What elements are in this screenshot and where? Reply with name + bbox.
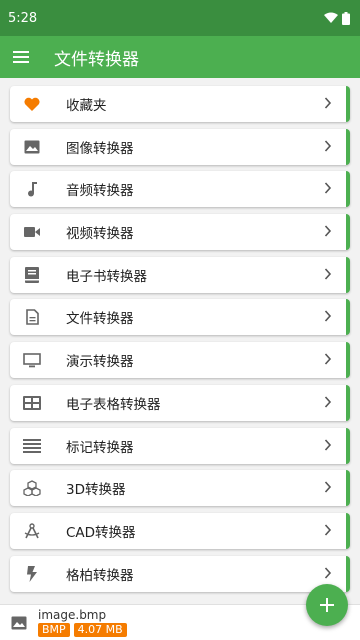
chevron-right-icon (324, 396, 332, 408)
file-name: image.bmp (38, 608, 107, 622)
music-note-icon (12, 181, 52, 197)
list-item-gerber-converter[interactable]: 格柏转换器 (10, 555, 350, 592)
chevron-right-icon (324, 524, 332, 536)
chevron-right-icon (324, 481, 332, 493)
menu-button[interactable] (0, 36, 42, 78)
list-item-3d-converter[interactable]: 3D转换器 (10, 470, 350, 507)
list-item-label: 音频转换器 (66, 183, 134, 200)
list-item-label: 电子表格转换器 (66, 396, 161, 413)
document-icon (12, 309, 52, 326)
heart-icon (12, 97, 52, 111)
status-icons (324, 11, 350, 25)
format-badge: BMP (38, 623, 70, 637)
flash-icon (12, 565, 52, 582)
lines-icon (12, 438, 52, 453)
file-badges: BMP 4.07 MB (38, 623, 127, 637)
battery-icon (342, 11, 350, 25)
compass-icon (12, 523, 52, 539)
list-item-label: 视频转换器 (66, 226, 134, 243)
chevron-right-icon (324, 353, 332, 365)
list-item-label: 演示转换器 (66, 354, 134, 371)
list-item-label: CAD转换器 (66, 524, 136, 541)
status-time: 5:28 (8, 10, 38, 26)
image-icon (12, 140, 52, 154)
cubes-icon (12, 480, 52, 497)
chevron-right-icon (324, 97, 332, 109)
list-item-label: 电子书转换器 (66, 268, 147, 285)
chevron-right-icon (324, 182, 332, 194)
hamburger-menu-icon (13, 51, 29, 63)
list-item-ebook-converter[interactable]: 电子书转换器 (10, 256, 350, 293)
chevron-right-icon (324, 310, 332, 322)
book-icon (12, 266, 52, 283)
status-bar: 5:28 (0, 0, 360, 36)
file-info: image.bmp BMP 4.07 MB (38, 608, 127, 637)
list-item-cad-converter[interactable]: CAD转换器 (10, 512, 350, 549)
chevron-right-icon (324, 567, 332, 579)
list-item-favorites[interactable]: 收藏夹 (10, 86, 350, 122)
monitor-icon (12, 352, 52, 368)
image-icon (4, 616, 34, 630)
wifi-icon (324, 12, 338, 23)
list-item-label: 收藏夹 (66, 98, 107, 114)
chevron-right-icon (324, 225, 332, 237)
list-item-document-converter[interactable]: 文件转换器 (10, 299, 350, 336)
list-item-label: 标记转换器 (66, 439, 134, 456)
list-item-spreadsheet-converter[interactable]: 电子表格转换器 (10, 384, 350, 421)
list-item-markup-converter[interactable]: 标记转换器 (10, 427, 350, 464)
list-item-image-converter[interactable]: 图像转换器 (10, 128, 350, 165)
list-item-audio-converter[interactable]: 音频转换器 (10, 171, 350, 208)
list-item-label: 文件转换器 (66, 311, 134, 328)
video-camera-icon (12, 226, 52, 238)
list-item-label: 图像转换器 (66, 140, 134, 157)
list-item-presentation-converter[interactable]: 演示转换器 (10, 342, 350, 379)
chevron-right-icon (324, 140, 332, 152)
list-item-label: 格柏转换器 (66, 567, 134, 584)
app-title: 文件转换器 (54, 49, 139, 70)
list-item-label: 3D转换器 (66, 482, 126, 499)
chevron-right-icon (324, 268, 332, 280)
table-icon (12, 395, 52, 410)
chevron-right-icon (324, 438, 332, 451)
converter-list: 收藏夹 图像转换器 音频转换器 视频转换器 电子书转换器 文件转换器 演示转换器… (0, 78, 360, 604)
list-item-video-converter[interactable]: 视频转换器 (10, 214, 350, 251)
add-file-button[interactable] (306, 584, 348, 626)
size-badge: 4.07 MB (73, 623, 127, 637)
plus-icon (320, 598, 334, 612)
app-bar: 文件转换器 (0, 36, 360, 78)
